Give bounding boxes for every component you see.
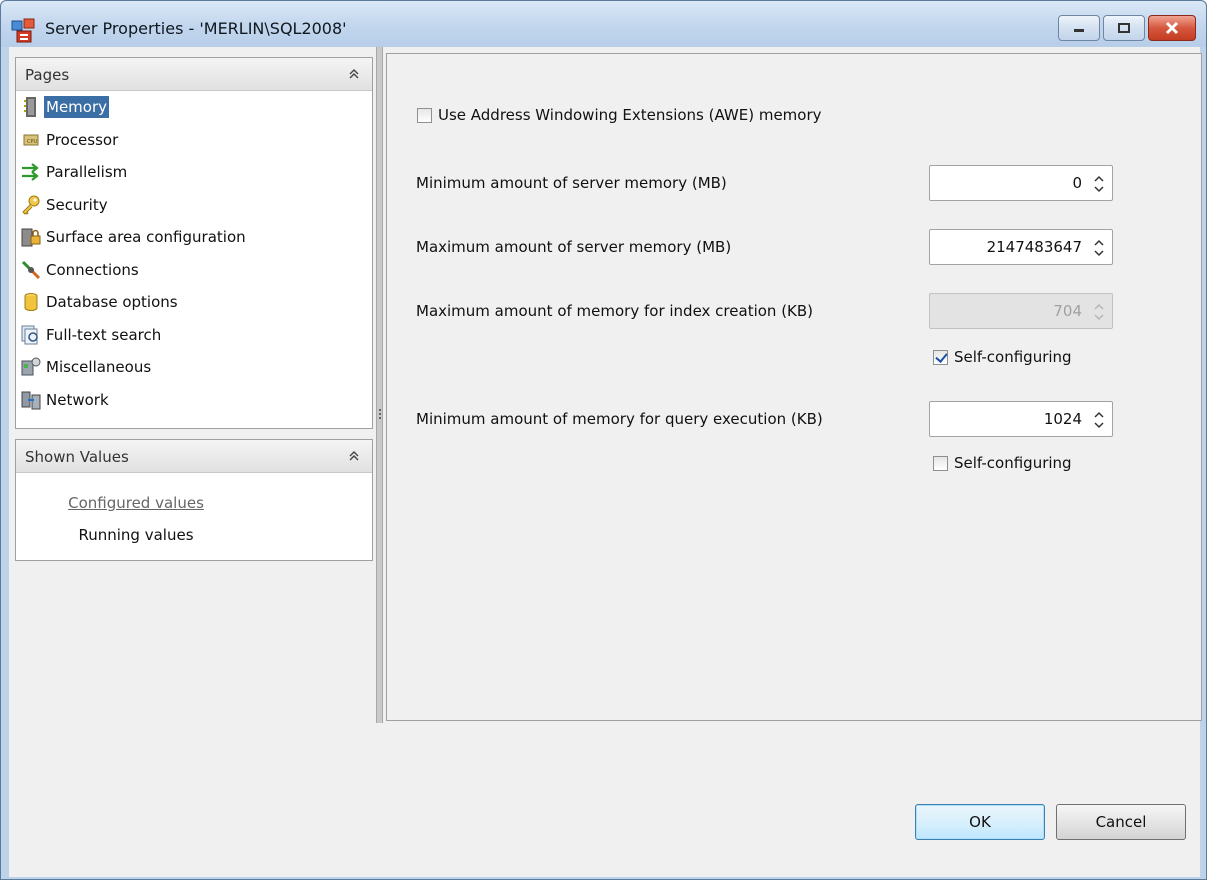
max-server-memory-value: 2147483647: [986, 238, 1082, 256]
key-icon: [22, 195, 40, 215]
close-button[interactable]: [1148, 15, 1196, 41]
collapse-chevron-icon[interactable]: [346, 66, 362, 82]
page-item-database-options[interactable]: Database options: [16, 286, 372, 319]
page-item-label: Surface area configuration: [46, 228, 246, 247]
page-item-label: Database options: [46, 293, 178, 312]
page-item-full-text-search[interactable]: Full-text search: [16, 319, 372, 352]
lock-server-icon: [21, 228, 41, 247]
query-self-configuring-row[interactable]: Self-configuring: [933, 454, 1072, 472]
page-item-network[interactable]: Network: [16, 384, 372, 417]
minimize-icon: [1074, 29, 1084, 32]
search-docs-icon: [21, 325, 38, 345]
spinner-arrows-icon[interactable]: [1092, 409, 1106, 431]
pages-panel-header[interactable]: Pages: [16, 58, 372, 91]
title-bar[interactable]: Server Properties - 'MERLIN\SQL2008': [1, 1, 1206, 47]
ok-button[interactable]: OK: [915, 804, 1045, 840]
collapse-chevron-icon[interactable]: [346, 448, 362, 464]
page-item-memory[interactable]: Memory: [16, 91, 372, 124]
misc-icon: [21, 357, 41, 376]
shown-values-panel: Shown Values Configured values Running v…: [15, 439, 373, 561]
dialog-client-area: Pages Memory CPU Processor Parallelism S…: [9, 47, 1202, 877]
page-item-label: Miscellaneous: [46, 358, 152, 377]
cancel-button[interactable]: Cancel: [1056, 804, 1186, 840]
svg-text:CPU: CPU: [27, 139, 38, 145]
pages-panel: Pages Memory CPU Processor Parallelism S…: [15, 57, 373, 429]
plug-icon: [21, 260, 41, 279]
running-values-link[interactable]: Running values: [16, 519, 256, 551]
spinner-arrows-icon: [1094, 303, 1104, 321]
page-item-parallelism[interactable]: Parallelism: [16, 156, 372, 189]
index-self-configuring-label: Self-configuring: [954, 348, 1072, 366]
min-server-memory-spinner[interactable]: 0: [929, 165, 1113, 201]
query-self-configuring-label: Self-configuring: [954, 454, 1072, 472]
awe-checkbox-row[interactable]: Use Address Windowing Extensions (AWE) m…: [417, 106, 822, 124]
shown-values-panel-header[interactable]: Shown Values: [16, 440, 372, 473]
page-item-miscellaneous[interactable]: Miscellaneous: [16, 351, 372, 384]
min-server-memory-value: 0: [1072, 174, 1082, 192]
database-icon: [24, 293, 38, 312]
page-item-label: Processor: [46, 130, 119, 149]
restore-button[interactable]: [1103, 15, 1145, 41]
index-creation-memory-value: 704: [1053, 302, 1082, 320]
query-execution-memory-spinner[interactable]: 1024: [929, 401, 1113, 437]
spinner-arrows-icon[interactable]: [1092, 173, 1106, 195]
page-item-processor[interactable]: CPU Processor: [16, 124, 372, 157]
max-server-memory-spinner[interactable]: 2147483647: [929, 229, 1113, 265]
server-properties-window: Server Properties - 'MERLIN\SQL2008' Pag…: [0, 0, 1207, 880]
memory-chip-icon: [24, 97, 36, 118]
page-item-connections[interactable]: Connections: [16, 254, 372, 287]
min-server-memory-label: Minimum amount of server memory (MB): [416, 174, 727, 192]
splitter-grip: [379, 409, 381, 421]
page-item-label: Memory: [42, 95, 111, 120]
page-item-label: Network: [46, 390, 109, 409]
close-icon: [1165, 21, 1179, 35]
index-self-configuring-checkbox[interactable]: [933, 349, 948, 365]
query-self-configuring-checkbox[interactable]: [933, 455, 948, 471]
index-self-configuring-row[interactable]: Self-configuring: [933, 348, 1072, 366]
window-title: Server Properties - 'MERLIN\SQL2008': [45, 19, 347, 38]
minimize-button[interactable]: [1058, 15, 1100, 41]
index-creation-memory-label: Maximum amount of memory for index creat…: [416, 302, 814, 320]
app-icon: [11, 18, 35, 43]
network-icon: [21, 391, 41, 410]
index-creation-memory-spinner: 704: [929, 293, 1113, 329]
panel-splitter[interactable]: [376, 47, 383, 723]
page-item-security[interactable]: Security: [16, 189, 372, 222]
dialog-button-bar: OK Cancel: [9, 725, 1200, 877]
shown-values-panel-title: Shown Values: [25, 448, 129, 466]
restore-icon: [1118, 23, 1130, 33]
query-execution-memory-value: 1024: [1043, 410, 1082, 428]
awe-checkbox[interactable]: [417, 107, 432, 123]
configured-values-link[interactable]: Configured values: [16, 487, 256, 519]
spinner-arrows-icon[interactable]: [1092, 237, 1106, 259]
memory-page-content: Use Address Windowing Extensions (AWE) m…: [386, 53, 1202, 721]
page-item-label: Connections: [46, 260, 139, 279]
page-item-label: Parallelism: [46, 163, 128, 182]
query-execution-memory-label: Minimum amount of memory for query execu…: [416, 410, 823, 428]
page-item-label: Security: [46, 195, 108, 214]
page-item-label: Full-text search: [46, 325, 162, 344]
pages-panel-title: Pages: [25, 66, 70, 84]
page-item-surface-area[interactable]: Surface area configuration: [16, 221, 372, 254]
max-server-memory-label: Maximum amount of server memory (MB): [416, 238, 732, 256]
parallel-arrows-icon: [22, 163, 39, 182]
awe-label: Use Address Windowing Extensions (AWE) m…: [438, 106, 822, 124]
cpu-icon: CPU: [23, 134, 39, 146]
